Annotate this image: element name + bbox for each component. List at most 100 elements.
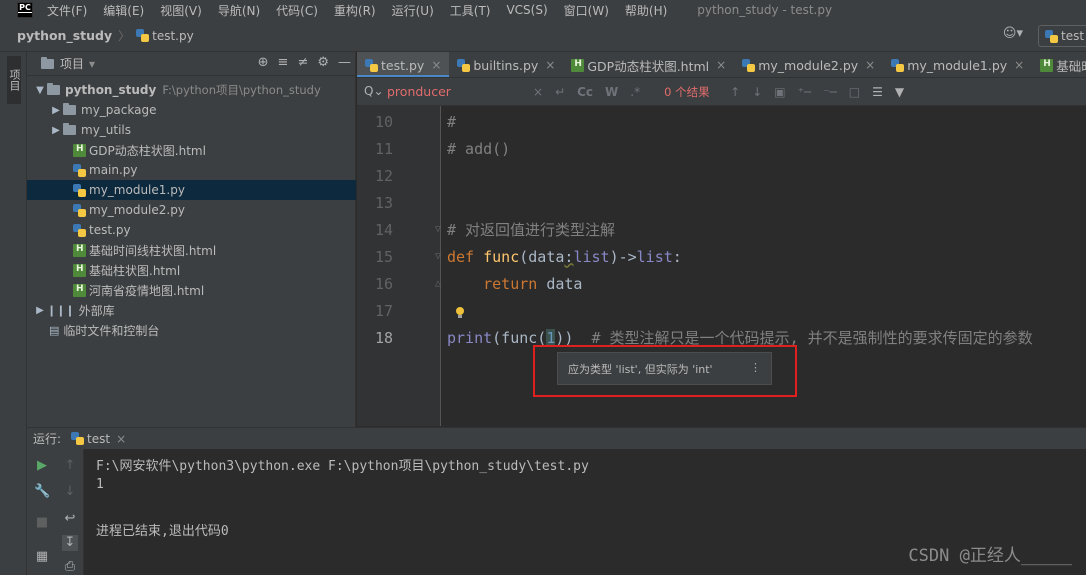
- fold-marker-icon[interactable]: ▽: [435, 224, 441, 235]
- soft-wrap-icon[interactable]: ↩: [62, 511, 78, 527]
- match-case-button[interactable]: Cc: [577, 85, 593, 99]
- new-line-icon[interactable]: ↵: [555, 85, 565, 99]
- tree-item-timeline-html[interactable]: 基础时间线柱状图.html: [27, 240, 356, 260]
- close-icon[interactable]: ×: [545, 58, 555, 72]
- wrench-icon[interactable]: 🔧: [34, 484, 50, 500]
- gear-icon[interactable]: ⚙: [317, 55, 329, 70]
- code-line[interactable]: 13: [357, 189, 1086, 216]
- tree-item-main-py[interactable]: main.py: [27, 160, 356, 180]
- regex-button[interactable]: .*: [630, 85, 640, 99]
- collapse-all-icon[interactable]: ≠: [297, 55, 308, 70]
- filter-icon[interactable]: ▼: [895, 85, 904, 99]
- lightbulb-icon[interactable]: [455, 306, 465, 319]
- close-icon[interactable]: ×: [865, 58, 875, 72]
- code-line[interactable]: 17: [357, 297, 1086, 324]
- chevron-down-icon[interactable]: ▼: [33, 85, 47, 96]
- clear-search-icon[interactable]: ×: [533, 85, 543, 99]
- user-account-icon[interactable]: ☺▾: [1003, 26, 1023, 41]
- code-text: return data: [447, 274, 583, 293]
- tab-my-module2-py[interactable]: my_module2.py ×: [734, 52, 883, 77]
- code-line[interactable]: 14 ▽ # 对返回值进行类型注解: [357, 216, 1086, 243]
- menu-vcs[interactable]: VCS(S): [498, 3, 555, 17]
- breadcrumb-file[interactable]: test.py: [152, 29, 194, 43]
- highlight-box: [533, 345, 797, 397]
- scroll-down-icon[interactable]: ↓: [62, 484, 78, 500]
- tree-item-gdp-html[interactable]: GDP动态柱状图.html: [27, 140, 356, 160]
- next-occurrence-icon[interactable]: ↓: [752, 85, 762, 99]
- close-icon[interactable]: ×: [116, 432, 126, 446]
- tree-item-my-module1-py[interactable]: my_module1.py: [27, 180, 356, 200]
- add-selection-icon[interactable]: ⁺─: [798, 85, 812, 99]
- tree-item-label: 外部库: [78, 303, 115, 318]
- menu-run[interactable]: 运行(U): [384, 2, 442, 19]
- chevron-right-icon[interactable]: ▶: [49, 125, 63, 136]
- menu-edit[interactable]: 编辑(E): [95, 2, 152, 19]
- search-icon[interactable]: Q⌄: [364, 84, 384, 98]
- previous-occurrence-icon[interactable]: ↑: [730, 85, 740, 99]
- chevron-down-icon[interactable]: ▾: [89, 57, 95, 71]
- project-panel-title[interactable]: 项目: [60, 55, 84, 72]
- rerun-icon[interactable]: ▶: [34, 458, 50, 474]
- window-title: python_study - test.py: [697, 3, 833, 17]
- expand-all-icon[interactable]: ≡: [278, 55, 289, 70]
- menu-tools[interactable]: 工具(T): [442, 2, 499, 19]
- python-file-icon: [136, 29, 150, 42]
- menu-help[interactable]: 帮助(H): [617, 2, 675, 19]
- tree-item-test-py[interactable]: test.py: [27, 220, 356, 240]
- run-tab[interactable]: test ×: [71, 432, 126, 446]
- tree-item-map-html[interactable]: 河南省疫情地图.html: [27, 280, 356, 300]
- code-line[interactable]: 15 ▽ def func(data:list)->list:: [357, 243, 1086, 270]
- chevron-right-icon[interactable]: ▶: [49, 105, 63, 116]
- tab-builtins-py[interactable]: builtins.py ×: [449, 52, 563, 77]
- menu-code[interactable]: 代码(C): [268, 2, 326, 19]
- menu-view[interactable]: 视图(V): [152, 2, 210, 19]
- html-file-icon: [1040, 58, 1054, 72]
- whole-words-button[interactable]: W: [605, 85, 618, 99]
- run-console[interactable]: F:\网安软件\python3\python.exe F:\python项目\p…: [84, 449, 1086, 575]
- fold-marker-icon[interactable]: △: [435, 278, 441, 289]
- code-line[interactable]: 12: [357, 162, 1086, 189]
- layout-icon[interactable]: ▦: [34, 549, 50, 565]
- tree-item-scratches[interactable]: ▤ 临时文件和控制台: [27, 320, 356, 340]
- locate-file-icon[interactable]: ⊕: [258, 55, 269, 70]
- select-all-icon[interactable]: ▣: [774, 85, 785, 99]
- close-icon[interactable]: ×: [716, 58, 726, 72]
- menu-refactor[interactable]: 重构(R): [326, 2, 384, 19]
- close-icon[interactable]: ×: [431, 58, 441, 72]
- code-line[interactable]: 11 # add(): [357, 135, 1086, 162]
- stop-icon[interactable]: ■: [34, 515, 50, 531]
- scroll-to-end-icon[interactable]: ↧: [62, 535, 78, 551]
- breadcrumb-project[interactable]: python_study: [17, 28, 112, 43]
- tree-item-bar-html[interactable]: 基础柱状图.html: [27, 260, 356, 280]
- hide-panel-icon[interactable]: —: [338, 55, 351, 70]
- code-line[interactable]: 16 △ return data: [357, 270, 1086, 297]
- tree-item-my-package[interactable]: ▶ my_package: [27, 100, 356, 120]
- tree-root[interactable]: ▼ python_study F:\python项目\python_study: [27, 80, 356, 100]
- tab-label: GDP动态柱状图.html: [587, 58, 710, 74]
- print-icon[interactable]: ⎙: [62, 559, 78, 575]
- filter-options-icon[interactable]: ☰: [872, 85, 883, 99]
- tree-item-external-libraries[interactable]: ▶ ❙❙❙ 外部库: [27, 300, 356, 320]
- remove-selection-icon[interactable]: ⁻─: [823, 85, 837, 99]
- menu-navigate[interactable]: 导航(N): [210, 2, 268, 19]
- toggle-selection-icon[interactable]: □: [849, 85, 860, 99]
- search-input[interactable]: pronducer: [387, 84, 527, 99]
- tab-gdp-html[interactable]: GDP动态柱状图.html ×: [563, 52, 734, 77]
- code-line[interactable]: 10 #: [357, 108, 1086, 135]
- scroll-up-icon[interactable]: ↑: [62, 458, 78, 474]
- close-icon[interactable]: ×: [1014, 58, 1024, 72]
- code-text: # 对返回值进行类型注解: [447, 221, 616, 239]
- tab-test-py[interactable]: test.py ×: [357, 52, 450, 77]
- tab-my-module1-py[interactable]: my_module1.py ×: [883, 52, 1032, 77]
- tab-timeline-html[interactable]: 基础时间线柱: [1032, 52, 1086, 77]
- tree-item-my-module2-py[interactable]: my_module2.py: [27, 200, 356, 220]
- html-file-icon: [73, 243, 86, 257]
- fold-marker-icon[interactable]: ▽: [435, 251, 441, 262]
- menu-file[interactable]: 文件(F): [39, 2, 95, 19]
- project-tool-button[interactable]: 项目: [7, 56, 21, 104]
- chevron-right-icon[interactable]: ▶: [33, 305, 47, 316]
- tree-item-my-utils[interactable]: ▶ my_utils: [27, 120, 356, 140]
- menu-window[interactable]: 窗口(W): [556, 2, 617, 19]
- run-configuration-selector[interactable]: test: [1038, 25, 1086, 47]
- tab-label: my_module2.py: [758, 57, 859, 73]
